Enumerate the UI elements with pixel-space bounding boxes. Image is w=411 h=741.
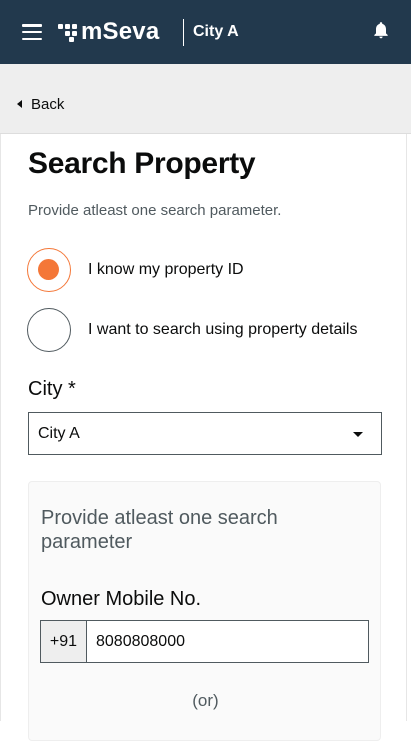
hamburger-menu-icon[interactable] [22, 24, 42, 40]
radio-button-selected[interactable] [27, 248, 71, 292]
chevron-down-icon [353, 432, 363, 437]
content-right-border [406, 134, 407, 721]
radio-label-property-id: I know my property ID [88, 261, 244, 278]
back-link[interactable]: Back [17, 95, 64, 113]
bell-icon[interactable] [371, 19, 391, 41]
country-code-prefix: +91 [41, 621, 87, 662]
radio-option-property-details[interactable]: I want to search using property details [27, 308, 357, 352]
top-app-bar: mSeva City A [0, 0, 411, 64]
or-separator: (or) [192, 691, 219, 710]
back-label: Back [31, 95, 65, 113]
content-left-border [0, 134, 1, 721]
city-field-label: City * [28, 378, 76, 400]
header-divider [183, 19, 184, 46]
city-select[interactable]: City A [28, 412, 382, 455]
owner-mobile-input[interactable] [87, 621, 368, 662]
header-city-name: City A [193, 23, 239, 40]
owner-mobile-field: +91 [40, 620, 369, 663]
logo-text: mSeva [81, 18, 160, 45]
page-title: Search Property [28, 147, 256, 180]
city-select-value: City A [38, 425, 80, 442]
mseva-logo-mark-icon [58, 22, 78, 42]
back-caret-icon [17, 100, 22, 108]
owner-mobile-label: Owner Mobile No. [41, 588, 202, 610]
page-subtitle: Provide atleast one search parameter. [28, 202, 282, 219]
mseva-logo: mSeva [58, 18, 159, 46]
card-hint-text: Provide atleast one search parameter [41, 507, 278, 553]
radio-option-property-id[interactable]: I know my property ID [27, 248, 244, 292]
radio-button-unselected[interactable] [27, 308, 71, 352]
radio-label-property-details: I want to search using property details [88, 321, 358, 338]
